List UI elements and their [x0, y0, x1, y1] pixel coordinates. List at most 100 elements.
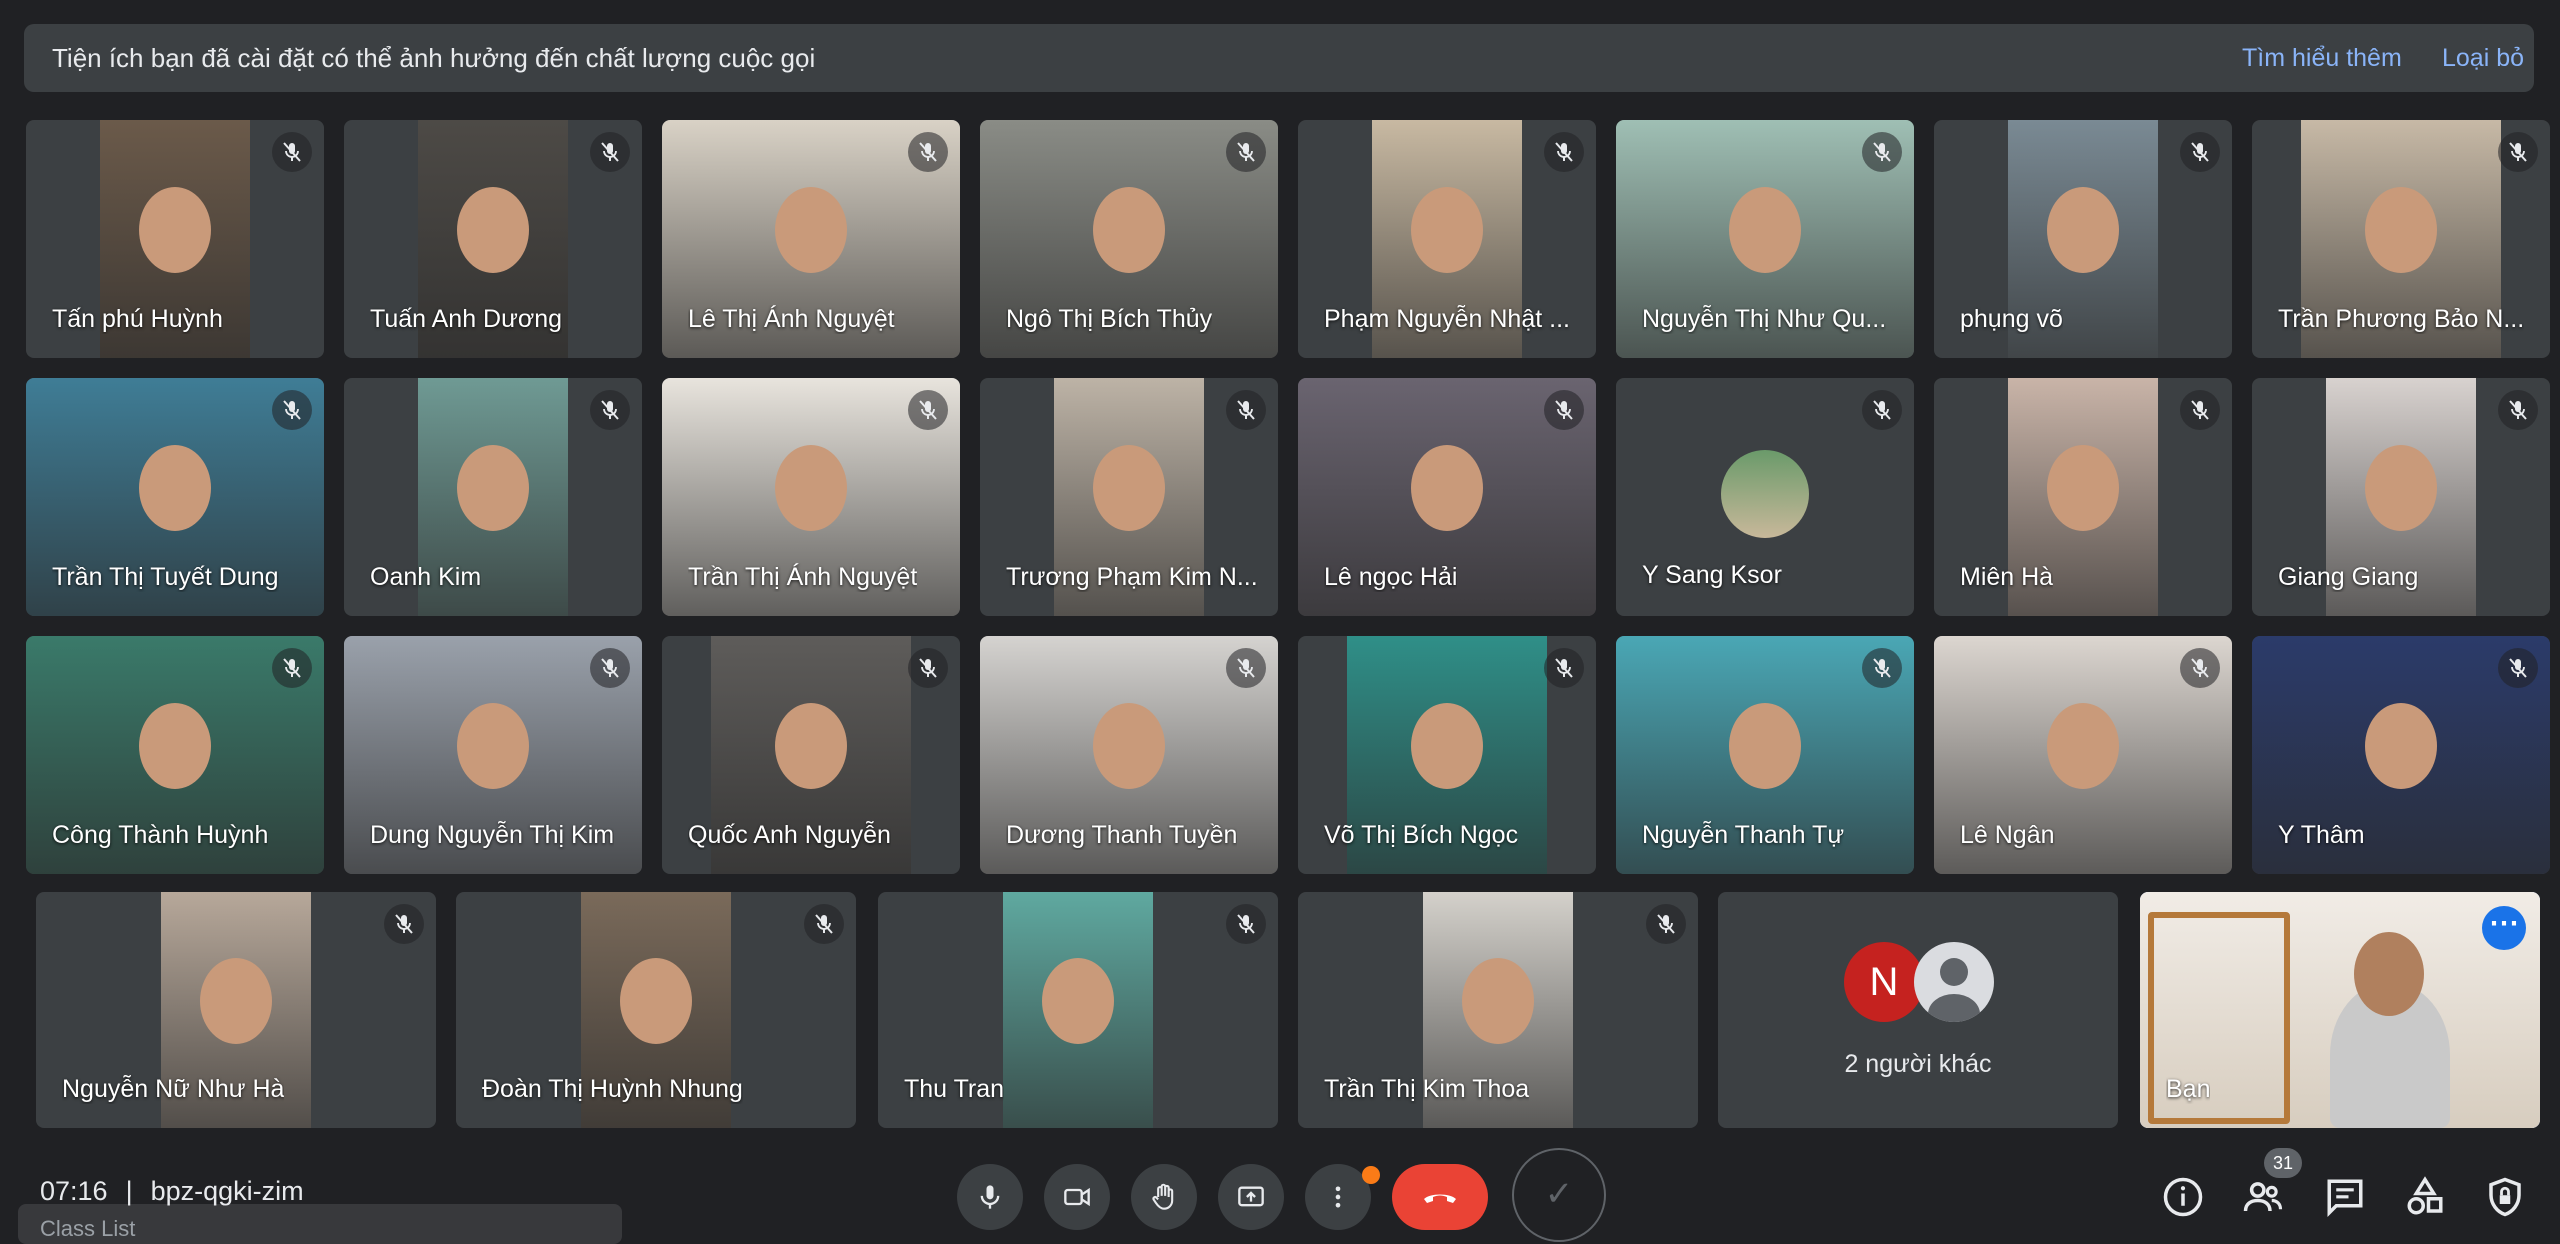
- participant-tile[interactable]: Giang Giang: [2252, 378, 2550, 616]
- participant-tile[interactable]: Quốc Anh Nguyễn: [662, 636, 960, 874]
- class-list-overlay[interactable]: Class List: [18, 1204, 622, 1244]
- banner-message: Tiện ích bạn đã cài đặt có thể ảnh hưởng…: [52, 43, 816, 73]
- participant-name: Võ Thị Bích Ngọc: [1324, 821, 1519, 849]
- participant-face: [139, 703, 211, 789]
- participant-tile[interactable]: phụng võ: [1934, 120, 2232, 358]
- leave-call-button[interactable]: [1392, 1164, 1488, 1230]
- separator: |: [125, 1176, 133, 1206]
- participant-face: [1093, 187, 1165, 273]
- participant-tile[interactable]: Y Sang Ksor: [1616, 378, 1914, 616]
- participant-name: Lê ngọc Hải: [1324, 563, 1458, 591]
- mic-off-icon: [908, 390, 948, 430]
- microphone-icon: [980, 1185, 1000, 1209]
- participant-face: [1462, 958, 1534, 1044]
- present-icon: [1238, 1186, 1264, 1207]
- participant-tile[interactable]: Phạm Nguyễn Nhật ...: [1298, 120, 1596, 358]
- participant-tile[interactable]: Ngô Thị Bích Thủy: [980, 120, 1278, 358]
- others-tile[interactable]: N 2 người khác: [1718, 892, 2118, 1128]
- participant-name: Nguyễn Nữ Như Hà: [62, 1075, 285, 1103]
- participant-tile[interactable]: Võ Thị Bích Ngọc: [1298, 636, 1596, 874]
- mic-off-icon: [272, 132, 312, 172]
- class-list-label: Class List: [40, 1216, 136, 1241]
- participant-face: [775, 187, 847, 273]
- camera-button[interactable]: [1044, 1164, 1110, 1230]
- participant-face: [2047, 445, 2119, 531]
- mic-off-icon: [908, 648, 948, 688]
- people-icon[interactable]: [2242, 1176, 2284, 1218]
- participant-tile[interactable]: Trần Thị Tuyết Dung: [26, 378, 324, 616]
- mic-off-icon: [804, 904, 844, 944]
- mic-off-icon: [2498, 648, 2538, 688]
- mic-off-icon: [272, 390, 312, 430]
- microphone-button[interactable]: [957, 1164, 1023, 1230]
- present-screen-button[interactable]: [1218, 1164, 1284, 1230]
- participant-name: Tấn phú Huỳnh: [52, 305, 223, 333]
- mic-off-icon: [272, 648, 312, 688]
- learn-more-link[interactable]: Tìm hiểu thêm: [2242, 24, 2402, 92]
- participant-tile[interactable]: Lê Ngân: [1934, 636, 2232, 874]
- participant-tile[interactable]: Nguyễn Thị Như Qu...: [1616, 120, 1914, 358]
- participant-tile[interactable]: Y Thâm: [2252, 636, 2550, 874]
- mic-off-icon: [1862, 648, 1902, 688]
- participant-tile[interactable]: Công Thành Huỳnh: [26, 636, 324, 874]
- participant-tile[interactable]: Lê Thị Ánh Nguyệt: [662, 120, 960, 358]
- participant-tile[interactable]: Tuấn Anh Dương: [344, 120, 642, 358]
- mic-off-icon: [1226, 390, 1266, 430]
- more-options-icon[interactable]: ⋯: [2482, 906, 2526, 950]
- info-icon[interactable]: [2162, 1176, 2204, 1218]
- participant-name: Y Sang Ksor: [1642, 561, 1782, 589]
- participant-face: [457, 445, 529, 531]
- participant-tile[interactable]: Trần Phương Bảo N...: [2252, 120, 2550, 358]
- mic-off-icon: [1646, 904, 1686, 944]
- mic-off-icon: [1544, 132, 1584, 172]
- participant-name: Giang Giang: [2278, 563, 2419, 591]
- participant-face: [139, 445, 211, 531]
- participant-video: [1003, 892, 1153, 1128]
- host-controls-icon[interactable]: [2484, 1176, 2526, 1218]
- notification-dot: [1362, 1166, 1380, 1184]
- participant-face: [1042, 958, 1114, 1044]
- self-tile[interactable]: ⋯ Bạn: [2140, 892, 2540, 1128]
- chat-icon[interactable]: [2324, 1176, 2366, 1218]
- participant-initial-avatar: N: [1844, 942, 1924, 1022]
- mic-off-icon: [1226, 648, 1266, 688]
- participant-name: Miên Hà: [1960, 563, 2054, 591]
- mic-off-icon: [2498, 390, 2538, 430]
- participant-name: Y Thâm: [2278, 821, 2365, 849]
- participant-tile[interactable]: Trần Thị Kim Thoa: [1298, 892, 1698, 1128]
- participant-name: Trần Thị Tuyết Dung: [52, 563, 279, 591]
- participant-face: [1411, 703, 1483, 789]
- participant-face: [1729, 187, 1801, 273]
- participant-tile[interactable]: Nguyễn Nữ Như Hà: [36, 892, 436, 1128]
- participant-name: Oanh Kim: [370, 563, 482, 591]
- mic-off-icon: [590, 648, 630, 688]
- dismiss-link[interactable]: Loại bỏ: [2442, 24, 2524, 92]
- participant-face: [620, 958, 692, 1044]
- participant-face: [2365, 187, 2437, 273]
- participant-name: Lê Thị Ánh Nguyệt: [688, 305, 895, 333]
- participant-tile[interactable]: Miên Hà: [1934, 378, 2232, 616]
- participant-name: Trương Phạm Kim N...: [1006, 563, 1258, 591]
- raise-hand-button[interactable]: [1131, 1164, 1197, 1230]
- participant-tile[interactable]: Tấn phú Huỳnh: [26, 120, 324, 358]
- participant-tile[interactable]: Trương Phạm Kim N...: [980, 378, 1278, 616]
- mic-off-icon: [384, 904, 424, 944]
- participant-tile[interactable]: Oanh Kim: [344, 378, 642, 616]
- participant-face: [1093, 445, 1165, 531]
- participant-name: Lê Ngân: [1960, 821, 2055, 849]
- camera-icon: [1064, 1187, 1090, 1207]
- participant-face: [1411, 187, 1483, 273]
- participant-face: [2365, 445, 2437, 531]
- activities-icon[interactable]: [2404, 1176, 2446, 1218]
- check-icon: ✓: [1512, 1148, 1606, 1242]
- participant-name: Nguyễn Thanh Tự: [1642, 821, 1845, 849]
- participant-tile[interactable]: Nguyễn Thanh Tự: [1616, 636, 1914, 874]
- participant-tile[interactable]: Thu Tran: [878, 892, 1278, 1128]
- participant-tile[interactable]: Dung Nguyễn Thị Kim: [344, 636, 642, 874]
- participant-tile[interactable]: Trần Thị Ánh Nguyệt: [662, 378, 960, 616]
- mic-off-icon: [2498, 132, 2538, 172]
- mic-off-icon: [2180, 132, 2220, 172]
- participant-tile[interactable]: Lê ngọc Hải: [1298, 378, 1596, 616]
- participant-tile[interactable]: Đoàn Thị Huỳnh Nhung: [456, 892, 856, 1128]
- participant-tile[interactable]: Dương Thanh Tuyền: [980, 636, 1278, 874]
